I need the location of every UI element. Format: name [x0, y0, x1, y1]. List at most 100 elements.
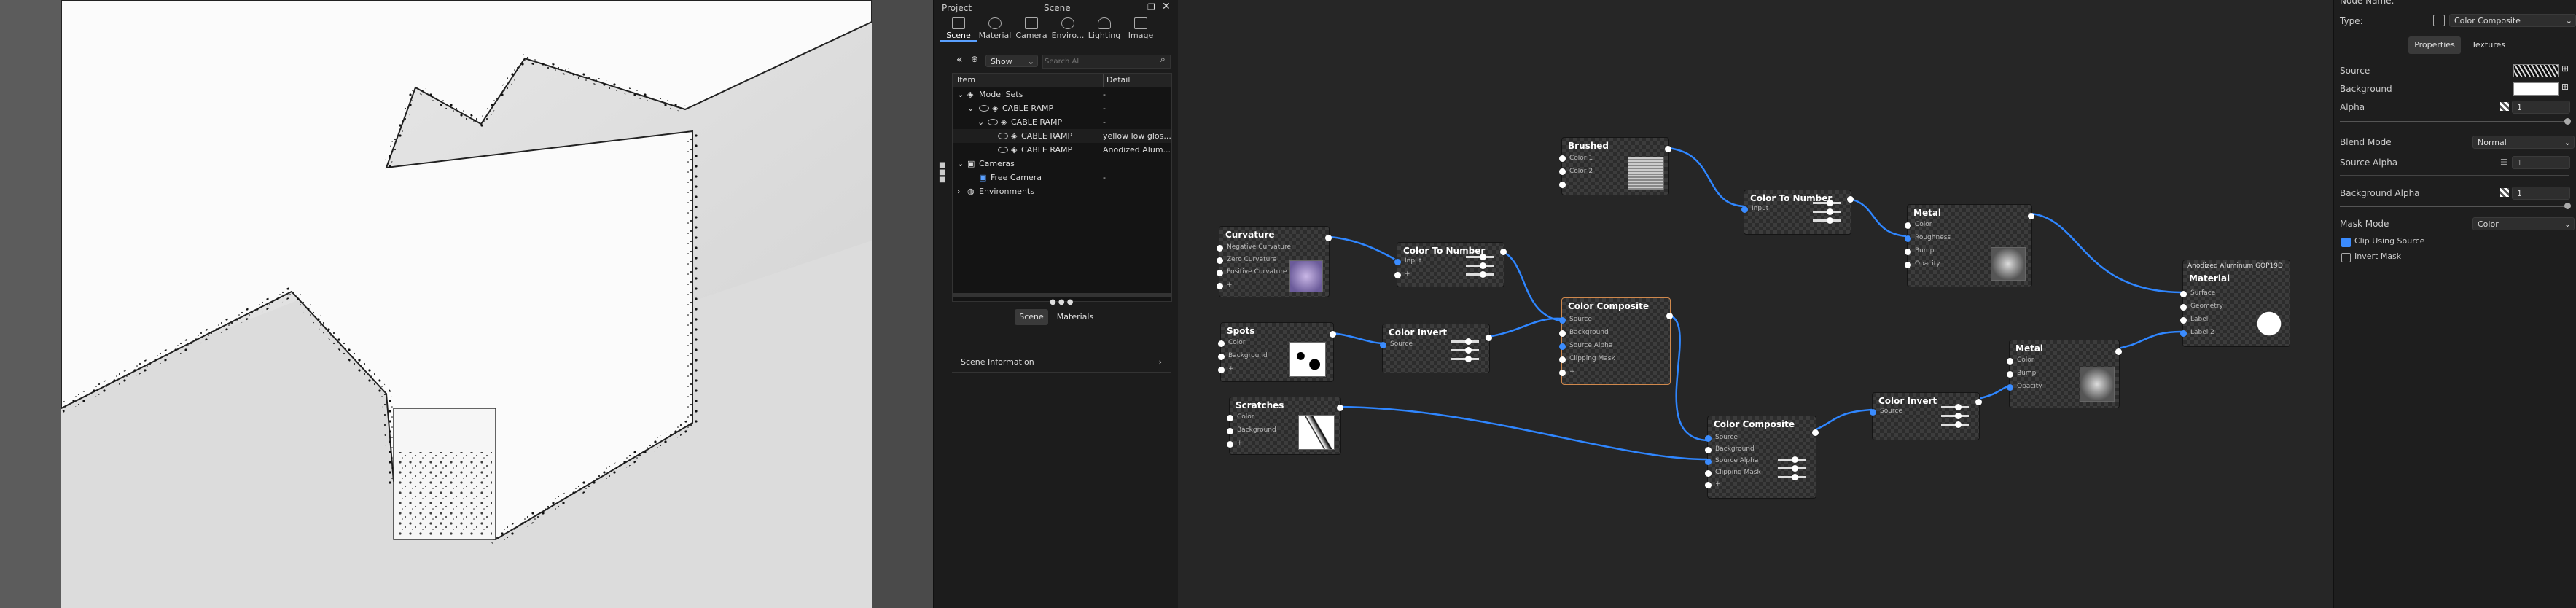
eye-icon[interactable]: [998, 147, 1008, 153]
port-in[interactable]: [1559, 155, 1566, 162]
tab-image[interactable]: Image: [1123, 17, 1159, 40]
port-in[interactable]: [1217, 245, 1223, 252]
background-color-swatch[interactable]: [2513, 82, 2559, 96]
tab-environment[interactable]: Enviro...: [1050, 17, 1086, 40]
slider[interactable]: [1451, 347, 1479, 354]
background-alpha-field[interactable]: 1: [2512, 187, 2570, 200]
slider[interactable]: [1813, 208, 1841, 215]
port-in[interactable]: [1217, 270, 1223, 276]
port-in[interactable]: [1227, 415, 1233, 421]
slider[interactable]: [1466, 271, 1494, 278]
port-in[interactable]: [1705, 447, 1712, 453]
invert-mask-checkbox[interactable]: [2341, 253, 2351, 262]
port-out[interactable]: [1330, 331, 1336, 338]
port-out[interactable]: [1325, 235, 1332, 241]
slider[interactable]: [1778, 474, 1806, 480]
node-color-invert-1[interactable]: Color Invert Source: [1380, 324, 1492, 373]
port-in[interactable]: [1705, 482, 1712, 488]
search-input[interactable]: [1042, 55, 1171, 69]
port-in[interactable]: [1559, 370, 1566, 376]
slider[interactable]: [1813, 217, 1841, 224]
bottom-tab-scene[interactable]: Scene: [1015, 309, 1048, 325]
port-in[interactable]: [1870, 409, 1876, 416]
slider[interactable]: [1466, 262, 1494, 269]
slider[interactable]: [1451, 356, 1479, 362]
port-in[interactable]: [1217, 283, 1223, 289]
port-in[interactable]: [1905, 235, 1911, 242]
node-color-to-number-1[interactable]: Color To Number Input +: [1394, 242, 1507, 287]
port-in[interactable]: [1227, 428, 1233, 434]
port-out[interactable]: [2115, 348, 2122, 355]
tree-row-model-sets[interactable]: ⌄ ◈ Model Sets -: [953, 87, 1171, 101]
slider[interactable]: [1451, 338, 1479, 345]
node-color-to-number-2[interactable]: Color To Number Input: [1741, 190, 1854, 235]
node-material[interactable]: Anodized Aluminum GOP19D Material Surfac…: [2180, 260, 2290, 347]
node-curvature[interactable]: Curvature Negative Curvature Zero Curvat…: [1217, 226, 1332, 297]
port-in[interactable]: [2180, 330, 2187, 337]
node-brushed[interactable]: Brushed Color 1 Color 2: [1559, 137, 1671, 195]
port-in[interactable]: [1559, 343, 1566, 350]
port-out[interactable]: [1486, 335, 1492, 341]
alpha-slider-handle[interactable]: [2564, 118, 2571, 125]
slider[interactable]: [1941, 413, 1969, 419]
port-in[interactable]: [1218, 340, 1225, 347]
tab-properties[interactable]: Properties: [2408, 36, 2461, 54]
column-detail[interactable]: Detail: [1103, 74, 1130, 87]
port-in[interactable]: [1705, 435, 1712, 442]
eye-icon[interactable]: [988, 119, 998, 125]
slider[interactable]: [1813, 200, 1841, 206]
eye-icon[interactable]: [998, 133, 1008, 139]
port-in[interactable]: [1559, 330, 1566, 337]
tree-row-cable-ramp-sub[interactable]: ⌄ ◈ CABLE RAMP -: [953, 115, 1171, 129]
tab-camera[interactable]: Camera: [1013, 17, 1050, 40]
float-icon[interactable]: ❐: [1147, 2, 1155, 12]
clip-using-source-checkbox[interactable]: [2341, 238, 2351, 247]
tab-textures[interactable]: Textures: [2462, 36, 2515, 54]
port-out[interactable]: [1847, 196, 1854, 203]
port-in[interactable]: [1380, 342, 1386, 348]
render-canvas[interactable]: [0, 0, 933, 608]
port-in[interactable]: [1705, 470, 1712, 477]
slider[interactable]: [1941, 404, 1969, 410]
port-out[interactable]: [1666, 313, 1673, 319]
port-in[interactable]: [2007, 371, 2013, 378]
eye-icon[interactable]: [979, 105, 989, 112]
source-alpha-field[interactable]: 1: [2512, 156, 2570, 169]
port-in[interactable]: [1217, 257, 1223, 264]
alpha-field[interactable]: 1: [2512, 101, 2570, 114]
tab-material[interactable]: Material: [977, 17, 1013, 40]
tree-row-cable-ramp-part-2[interactable]: ◈ CABLE RAMP Anodized Alum...: [953, 143, 1171, 157]
texture-link-icon[interactable]: ⊞: [2561, 82, 2569, 92]
port-in[interactable]: [1559, 168, 1566, 175]
add-icon[interactable]: ⊕: [971, 54, 978, 64]
port-out[interactable]: [1500, 249, 1507, 255]
port-in[interactable]: [1227, 441, 1233, 448]
collapse-all-icon[interactable]: «: [956, 54, 963, 66]
mask-mode-select[interactable]: Color ⌄: [2472, 217, 2575, 230]
port-in[interactable]: [1705, 459, 1712, 465]
port-in[interactable]: [1905, 249, 1911, 255]
node-color-composite-2[interactable]: Color Composite Source Background Source…: [1705, 416, 1819, 499]
port-in[interactable]: [2180, 317, 2187, 324]
node-spots[interactable]: Spots Color Background +: [1218, 322, 1336, 382]
node-color-invert-2[interactable]: Color Invert Source: [1870, 392, 1982, 440]
show-select[interactable]: Show ⌄: [985, 55, 1038, 67]
slider[interactable]: [1941, 421, 1969, 428]
port-in[interactable]: [1559, 317, 1566, 324]
node-metal-2[interactable]: Metal Color Bump Opacity: [2007, 340, 2122, 408]
node-scratches[interactable]: Scratches Color Background +: [1227, 397, 1343, 455]
node-metal-1[interactable]: Metal Color Roughness Bump Opacity: [1905, 204, 2034, 287]
tree-scrollbar[interactable]: [952, 293, 1171, 297]
tree-row-cameras[interactable]: ⌄ ▣ Cameras: [953, 157, 1171, 171]
port-in[interactable]: [2180, 291, 2187, 297]
texture-link-icon[interactable]: ⊞: [2561, 63, 2569, 74]
alpha-slider-track[interactable]: [2340, 121, 2569, 122]
port-in[interactable]: [1559, 356, 1566, 363]
tree-row-free-camera[interactable]: ▣ Free Camera -: [953, 171, 1171, 184]
source-alpha-slider-track[interactable]: [2340, 175, 2569, 176]
port-in[interactable]: [1905, 222, 1911, 229]
port-in[interactable]: [1559, 182, 1566, 188]
tab-lighting[interactable]: Lighting: [1086, 17, 1123, 40]
tree-row-environments[interactable]: › ◍ Environments: [953, 184, 1171, 198]
tree-row-cable-ramp-group[interactable]: ⌄ ◈ CABLE RAMP -: [953, 101, 1171, 115]
